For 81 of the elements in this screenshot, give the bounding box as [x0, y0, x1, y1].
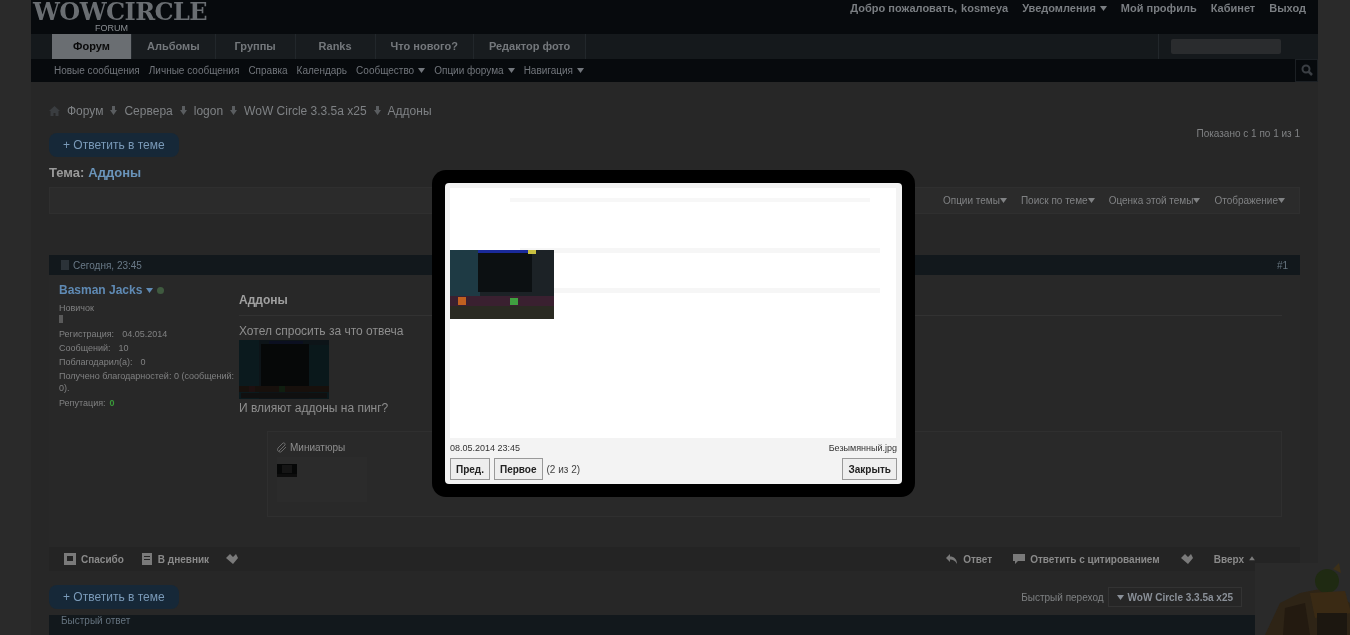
reply-button[interactable]: + Ответить в теме — [49, 132, 179, 157]
breadcrumb-link[interactable]: WoW Circle 3.3.5a x25 — [244, 101, 367, 120]
post-date: Сегодня, 23:45 — [73, 258, 142, 273]
reply-arrow-icon — [945, 552, 960, 566]
forum-logo[interactable]: WOWCIRCLE FORUM — [31, 0, 207, 34]
attachments-label: Миниатюры — [290, 441, 346, 455]
up-arrow-icon — [1248, 555, 1256, 563]
stat-value: 04.05.2014 — [122, 328, 168, 341]
caret-icon — [1278, 198, 1285, 203]
quick-reply-header: Быстрый ответ — [61, 615, 131, 627]
breadcrumb-link[interactable]: logon — [193, 101, 224, 120]
nav-tab[interactable]: Форум — [52, 33, 132, 59]
subnav-link[interactable]: Сообщество — [356, 62, 426, 78]
post-number[interactable]: #1 — [1276, 257, 1288, 273]
pagination-info: Показано с 1 по 1 из 1 — [1196, 126, 1300, 141]
caret-icon — [1116, 594, 1124, 600]
toolbar-link[interactable]: Опции темы — [942, 193, 1007, 208]
subnav-link[interactable]: Новые сообщения — [54, 62, 140, 78]
nav-button[interactable]: Пред. — [450, 458, 490, 480]
search-button[interactable] — [1295, 58, 1318, 82]
home-icon[interactable] — [49, 105, 60, 116]
stat-label: Поблагодарил(а): — [59, 356, 133, 369]
toolbar-link[interactable]: Поиск по теме — [1020, 193, 1095, 208]
online-status-icon — [157, 286, 165, 294]
welcome-text: Добро пожаловать, — [850, 1, 958, 16]
caret-icon — [146, 287, 154, 293]
post-text: И влияют аддоны на пинг? — [239, 400, 390, 417]
subnav-link[interactable]: Справка — [248, 62, 288, 78]
quick-nav-label: Быстрый переход — [1021, 590, 1104, 605]
user-link[interactable]: Выход — [1269, 0, 1306, 17]
post-action-link[interactable]: Спасибо — [63, 551, 124, 567]
subnav-link[interactable]: Навигация — [523, 62, 585, 78]
post-action-link[interactable]: Ответ — [945, 551, 993, 567]
arrow-icon — [110, 106, 118, 115]
paperclip-icon — [277, 442, 288, 453]
arrow-icon — [373, 106, 381, 115]
image-date: 08.05.2014 23:45 — [450, 443, 521, 454]
search-icon — [1300, 64, 1313, 76]
subnav-link[interactable]: Календарь — [296, 62, 348, 78]
thread-title: Аддоны — [88, 163, 142, 182]
caret-icon — [1087, 198, 1095, 203]
thanks-icon — [63, 552, 77, 566]
post-action-link[interactable]: В дневник — [139, 551, 210, 567]
user-link[interactable]: Уведомления — [1022, 0, 1107, 17]
reply-button[interactable]: + Ответить в теме — [49, 585, 179, 609]
speech-bubble-icon — [1012, 552, 1027, 566]
stat-label: Репутация: — [59, 397, 106, 410]
stat-label: Сообщений: — [59, 342, 111, 355]
breadcrumb-link[interactable]: Форум — [67, 101, 104, 120]
caret-icon — [999, 198, 1007, 203]
breadcrumb-link[interactable]: Сервера — [124, 101, 173, 120]
post-action-link[interactable]: Вверх — [1213, 551, 1256, 567]
user-link[interactable]: Мой профиль — [1120, 0, 1197, 17]
username-link[interactable]: kosmeya — [961, 0, 1009, 17]
post-text: Хотел спросить за что отвеча — [239, 323, 405, 340]
nav-button[interactable]: Первое — [494, 458, 543, 480]
stat-label: Регистрация: — [59, 328, 115, 341]
subnav-link[interactable]: Опции форума — [434, 62, 515, 78]
toolbar-link[interactable]: Отображение — [1214, 193, 1285, 208]
user-rank: Новичок — [59, 302, 95, 315]
thanks-text: Получено благодарностей: 0 (сообщений: 0). — [59, 370, 235, 394]
rank-icon — [59, 315, 63, 323]
document-icon — [61, 260, 69, 270]
notebook-icon — [139, 552, 154, 566]
image-filename: Безымянный.jpg — [828, 443, 897, 454]
arrow-icon — [179, 106, 187, 115]
stat-value: 0 — [140, 356, 146, 369]
caret-icon — [1193, 198, 1201, 203]
close-button[interactable]: Закрыть — [842, 458, 897, 480]
stat-value: 10 — [118, 342, 129, 355]
breadcrumb-current[interactable]: Аддоны — [387, 101, 432, 120]
reputation-value: 0 — [109, 397, 115, 410]
quick-nav-select[interactable]: WoW Circle 3.3.5a x25 — [1107, 587, 1242, 607]
toolbar-link[interactable]: Оценка этой темы — [1108, 193, 1201, 208]
author-name[interactable]: Basman Jacks — [59, 283, 143, 297]
subnav-link[interactable]: Личные сообщения — [148, 62, 240, 78]
user-link[interactable]: Кабинет — [1210, 0, 1256, 17]
arrow-icon — [230, 106, 238, 115]
image-counter: (2 из 2) — [546, 462, 581, 477]
thread-label: Тема: — [49, 163, 85, 182]
post-action-link[interactable]: Ответить с цитированием — [1012, 551, 1160, 567]
